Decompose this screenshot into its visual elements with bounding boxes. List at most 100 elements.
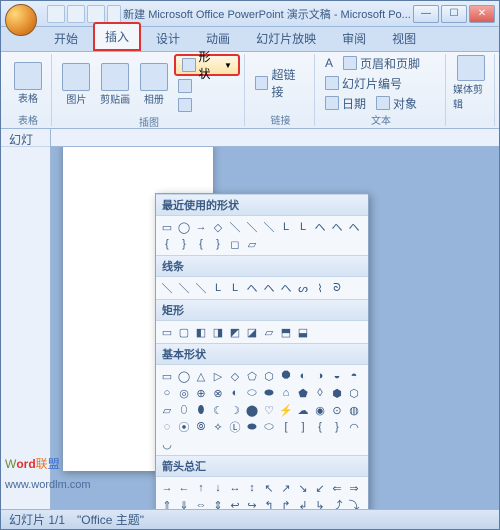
shape-cell[interactable]: ⦾ bbox=[193, 419, 209, 435]
shape-cell[interactable]: ⌇ bbox=[312, 280, 328, 296]
shape-cell[interactable]: [ bbox=[278, 419, 294, 435]
shape-cell[interactable]: ⇑ bbox=[159, 497, 175, 509]
shape-cell[interactable]: ＼ bbox=[244, 219, 260, 235]
shape-cell[interactable]: { bbox=[159, 236, 175, 252]
shape-cell[interactable]: ▭ bbox=[159, 219, 175, 235]
shape-cell[interactable]: ▭ bbox=[159, 324, 175, 340]
shape-cell[interactable]: ↰ bbox=[261, 497, 277, 509]
shape-cell[interactable]: ◐ bbox=[227, 385, 243, 401]
shape-cell[interactable]: ◯ bbox=[176, 219, 192, 235]
shape-cell[interactable]: Ⓛ bbox=[227, 419, 243, 435]
shape-cell[interactable]: ☁ bbox=[295, 402, 311, 418]
shape-cell[interactable]: ◇ bbox=[227, 368, 243, 384]
shapes-button[interactable]: 形状▼ bbox=[174, 54, 240, 76]
shape-cell[interactable]: ⬓ bbox=[295, 324, 311, 340]
shape-cell[interactable]: ᔕ bbox=[295, 280, 311, 296]
shape-cell[interactable]: { bbox=[193, 236, 209, 252]
shape-cell[interactable]: ▢ bbox=[176, 324, 192, 340]
smartart-button[interactable] bbox=[174, 77, 240, 95]
shape-cell[interactable]: ▱ bbox=[159, 402, 175, 418]
shape-cell[interactable]: ヘ bbox=[346, 219, 362, 235]
shape-cell[interactable]: } bbox=[210, 236, 226, 252]
shape-cell[interactable]: ↙ bbox=[312, 480, 328, 496]
shape-cell[interactable]: ⊙ bbox=[329, 402, 345, 418]
hyperlink-button[interactable]: 超链接 bbox=[251, 74, 310, 92]
shape-cell[interactable]: ⟡ bbox=[210, 419, 226, 435]
date-button[interactable]: 日期 bbox=[321, 94, 370, 112]
shape-cell[interactable]: ▱ bbox=[261, 324, 277, 340]
shape-cell[interactable]: ← bbox=[176, 480, 192, 496]
shape-cell[interactable]: ◠ bbox=[346, 419, 362, 435]
shape-cell[interactable]: ◩ bbox=[227, 324, 243, 340]
shape-cell[interactable]: ⬤ bbox=[244, 402, 260, 418]
tab-review[interactable]: 审阅 bbox=[331, 25, 377, 51]
shape-cell[interactable]: ↳ bbox=[312, 497, 328, 509]
shape-cell[interactable]: ◉ bbox=[312, 402, 328, 418]
shape-cell[interactable]: ⇕ bbox=[210, 497, 226, 509]
shape-cell[interactable]: ヘ bbox=[278, 280, 294, 296]
shape-cell[interactable]: ⌂ bbox=[278, 385, 294, 401]
shape-cell[interactable]: } bbox=[329, 419, 345, 435]
shape-cell[interactable]: ↕ bbox=[244, 480, 260, 496]
shape-cell[interactable]: ⬒ bbox=[278, 324, 294, 340]
shape-cell[interactable]: ⬬ bbox=[261, 385, 277, 401]
shape-cell[interactable]: ○ bbox=[159, 385, 175, 401]
shape-cell[interactable]: ▱ bbox=[244, 236, 260, 252]
object-button[interactable]: 对象 bbox=[372, 94, 421, 112]
tab-insert[interactable]: 插入 bbox=[93, 22, 141, 51]
shape-cell[interactable]: ＼ bbox=[193, 280, 209, 296]
shape-cell[interactable]: ⬯ bbox=[176, 402, 192, 418]
minimize-button[interactable]: — bbox=[413, 5, 439, 23]
shape-cell[interactable]: ＼ bbox=[227, 219, 243, 235]
shape-cell[interactable]: ヘ bbox=[312, 219, 328, 235]
shapes-gallery-popup[interactable]: 最近使用的形状▭◯→◇＼＼＼LLヘヘヘ{}{}◻▱线条＼＼＼LLヘヘヘᔕ⌇ᘐ矩形… bbox=[155, 193, 369, 509]
shape-cell[interactable]: △ bbox=[193, 368, 209, 384]
shape-cell[interactable]: ⊗ bbox=[210, 385, 226, 401]
media-button[interactable]: 媒体剪辑 bbox=[452, 54, 490, 112]
shape-cell[interactable]: ヘ bbox=[244, 280, 260, 296]
shape-cell[interactable]: ＼ bbox=[159, 280, 175, 296]
qat-more-icon[interactable] bbox=[107, 5, 121, 23]
shape-cell[interactable]: } bbox=[176, 236, 192, 252]
shape-cell[interactable]: ↗ bbox=[278, 480, 294, 496]
shape-cell[interactable]: ⚡ bbox=[278, 402, 294, 418]
shape-cell[interactable]: → bbox=[193, 219, 209, 235]
shape-cell[interactable]: ⤴ bbox=[329, 497, 345, 509]
slide-number-button[interactable]: 幻灯片编号 bbox=[321, 74, 406, 92]
shape-cell[interactable]: ◡ bbox=[159, 436, 175, 452]
shape-cell[interactable]: ⬭ bbox=[261, 419, 277, 435]
shape-cell[interactable]: ◑ bbox=[312, 368, 328, 384]
shape-cell[interactable]: ⇔ bbox=[193, 497, 209, 509]
table-button[interactable]: 表格 bbox=[9, 54, 47, 112]
shape-cell[interactable]: ⦿ bbox=[176, 419, 192, 435]
thumb-tab-slides[interactable]: 幻灯 bbox=[1, 129, 41, 146]
chart-button[interactable] bbox=[174, 96, 240, 114]
clipart-button[interactable]: 剪贴画 bbox=[97, 55, 134, 113]
tab-home[interactable]: 开始 bbox=[43, 25, 89, 51]
close-button[interactable]: ✕ bbox=[469, 5, 495, 23]
shape-cell[interactable]: L bbox=[210, 280, 226, 296]
shape-cell[interactable]: ＼ bbox=[176, 280, 192, 296]
shape-cell[interactable]: ⊕ bbox=[193, 385, 209, 401]
tab-design[interactable]: 设计 bbox=[145, 25, 191, 51]
shape-cell[interactable]: ☾ bbox=[210, 402, 226, 418]
shape-cell[interactable]: ⇒ bbox=[346, 480, 362, 496]
tab-slideshow[interactable]: 幻灯片放映 bbox=[245, 25, 327, 51]
shape-cell[interactable]: ⬡ bbox=[346, 385, 362, 401]
qat-redo-icon[interactable] bbox=[87, 5, 105, 23]
shape-cell[interactable]: → bbox=[159, 480, 175, 496]
office-button[interactable] bbox=[5, 4, 37, 36]
shape-cell[interactable]: ⬡ bbox=[261, 368, 277, 384]
shape-cell[interactable]: L bbox=[227, 280, 243, 296]
shape-cell[interactable]: ◯ bbox=[176, 368, 192, 384]
shape-cell[interactable]: ヘ bbox=[261, 280, 277, 296]
shape-cell[interactable]: ⬬ bbox=[244, 419, 260, 435]
shape-cell[interactable]: ◧ bbox=[193, 324, 209, 340]
shape-cell[interactable]: ◎ bbox=[176, 385, 192, 401]
shape-cell[interactable]: L bbox=[295, 219, 311, 235]
shape-cell[interactable]: ◐ bbox=[295, 368, 311, 384]
shape-cell[interactable]: ◇ bbox=[210, 219, 226, 235]
shape-cell[interactable]: ⇓ bbox=[176, 497, 192, 509]
shape-cell[interactable]: ◍ bbox=[346, 402, 362, 418]
shape-cell[interactable]: ] bbox=[295, 419, 311, 435]
